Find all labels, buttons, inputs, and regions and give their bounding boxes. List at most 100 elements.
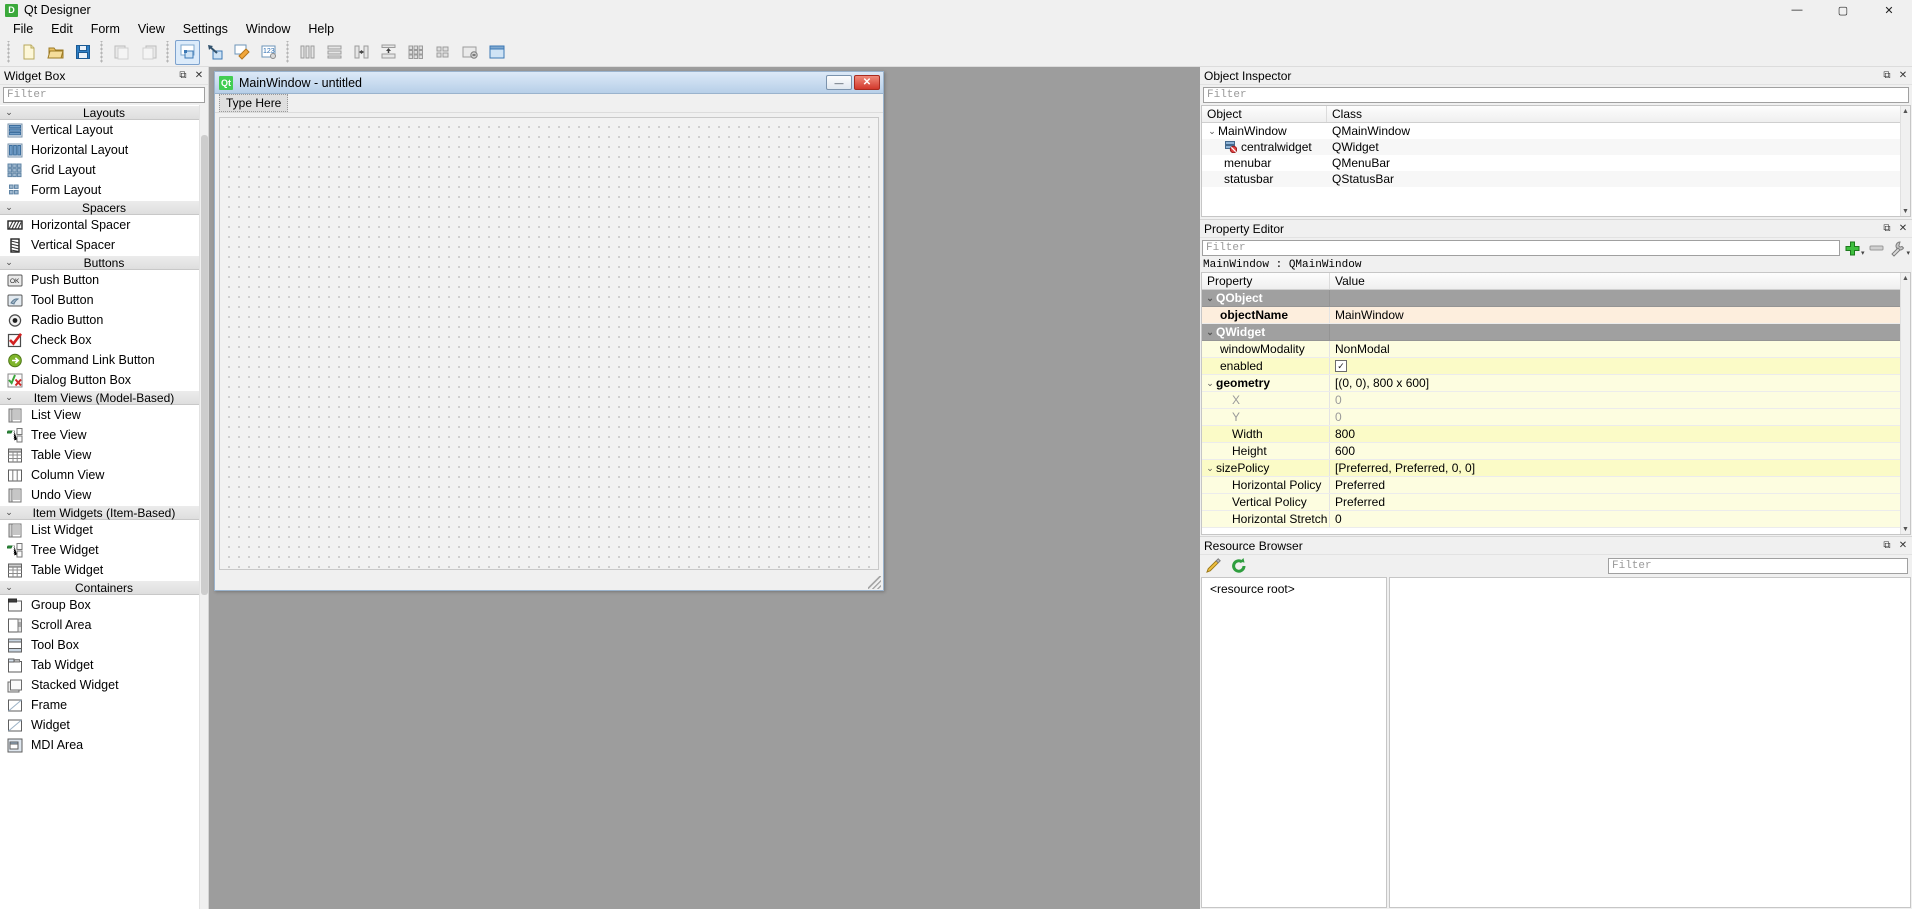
widget-box-item-vertical-layout[interactable]: Vertical Layout — [0, 120, 208, 140]
form-close-button[interactable]: ✕ — [854, 75, 880, 90]
property-value-cell[interactable]: ✓ — [1330, 360, 1910, 372]
property-value-cell[interactable]: 0 — [1330, 512, 1910, 526]
widget-box-item-mdi-area[interactable]: MDI Area — [0, 735, 208, 755]
resource-browser-close-button[interactable]: ✕ — [1896, 539, 1910, 553]
widget-box-item-dialog-button-box[interactable]: Dialog Button Box — [0, 370, 208, 390]
object-inspector-filter-input[interactable]: Filter — [1203, 87, 1909, 103]
object-inspector-scroll-up[interactable]: ▲ — [1901, 106, 1910, 116]
minimize-button[interactable]: — — [1774, 0, 1820, 20]
widget-box-item-vertical-spacer[interactable]: Vertical Spacer — [0, 235, 208, 255]
form-size-grip[interactable] — [868, 576, 881, 589]
widget-box-group-layouts[interactable]: ⌄ Layouts — [0, 105, 208, 120]
undo-icon[interactable] — [109, 40, 134, 65]
form-menubar-type-here[interactable]: Type Here — [219, 94, 289, 112]
widget-box-filter-input[interactable]: Filter — [3, 87, 205, 103]
property-editor-row[interactable]: ⌄ QWidget — [1202, 324, 1910, 341]
property-editor-row[interactable]: X0 — [1202, 392, 1910, 409]
object-inspector-row[interactable]: menubar QMenuBar — [1202, 155, 1910, 171]
toolbar-grip[interactable] — [6, 41, 12, 63]
widget-box-scrollbar[interactable] — [199, 105, 208, 909]
property-editor-row[interactable]: enabled ✓ — [1202, 358, 1910, 375]
configure-property-editor-icon[interactable]: ▾ — [1889, 240, 1910, 257]
property-value-cell[interactable]: Preferred — [1330, 495, 1910, 509]
chevron-down-icon[interactable]: ⌄ — [1206, 126, 1218, 137]
widget-box-float-button[interactable]: ⧉ — [176, 69, 190, 83]
property-value-cell[interactable]: 600 — [1330, 444, 1910, 458]
object-inspector-row[interactable]: centralwidget QWidget — [1202, 139, 1910, 155]
widget-box-group-containers[interactable]: ⌄ Containers — [0, 580, 208, 595]
object-inspector-column-object[interactable]: Object — [1202, 106, 1327, 122]
enabled-checkbox[interactable]: ✓ — [1335, 360, 1347, 372]
property-value-cell[interactable]: [Preferred, Preferred, 0, 0] — [1330, 461, 1910, 475]
toolbar-grip-4[interactable] — [285, 41, 291, 63]
edit-resources-icon[interactable] — [1204, 557, 1222, 575]
resource-browser-filter-input[interactable]: Filter — [1608, 558, 1908, 574]
widget-box-item-tool-button[interactable]: Tool Button — [0, 290, 208, 310]
widget-box-item-horizontal-spacer[interactable]: Horizontal Spacer — [0, 215, 208, 235]
form-minimize-button[interactable]: — — [826, 75, 852, 90]
layout-horizontally-icon[interactable] — [295, 40, 320, 65]
chevron-down-icon[interactable]: ⌄ — [1204, 378, 1216, 389]
widget-box-item-tree-widget[interactable]: Tree Widget — [0, 540, 208, 560]
menu-edit[interactable]: Edit — [42, 20, 82, 38]
object-inspector-row[interactable]: ⌄ MainWindow QMainWindow — [1202, 123, 1910, 139]
property-editor-row[interactable]: Y0 — [1202, 409, 1910, 426]
edit-signals-slots-icon[interactable] — [202, 40, 227, 65]
menu-settings[interactable]: Settings — [174, 20, 237, 38]
menu-file[interactable]: File — [4, 20, 42, 38]
open-form-icon[interactable] — [43, 40, 68, 65]
break-layout-icon[interactable] — [457, 40, 482, 65]
menu-help[interactable]: Help — [299, 20, 343, 38]
object-inspector-scrollbar[interactable]: ▲ ▼ — [1900, 106, 1910, 216]
property-value-cell[interactable]: Preferred — [1330, 478, 1910, 492]
widget-box-item-tree-view[interactable]: Tree View — [0, 425, 208, 445]
layout-in-splitter-vertical-icon[interactable] — [376, 40, 401, 65]
layout-in-splitter-horizontal-icon[interactable] — [349, 40, 374, 65]
widget-box-item-list-view[interactable]: List View — [0, 405, 208, 425]
property-editor-row[interactable]: windowModality NonModal — [1202, 341, 1910, 358]
chevron-down-icon[interactable]: ⌄ — [1204, 293, 1216, 304]
toolbar-grip-3[interactable] — [165, 41, 171, 63]
widget-box-group-item-widgets-item-based[interactable]: ⌄ Item Widgets (Item-Based) — [0, 505, 208, 520]
widget-box-item-grid-layout[interactable]: Grid Layout — [0, 160, 208, 180]
save-form-icon[interactable] — [70, 40, 95, 65]
resource-browser-preview[interactable] — [1389, 577, 1911, 908]
menu-window[interactable]: Window — [237, 20, 299, 38]
object-inspector-close-button[interactable]: ✕ — [1896, 69, 1910, 83]
widget-box-item-horizontal-layout[interactable]: Horizontal Layout — [0, 140, 208, 160]
property-editor-scroll-up[interactable]: ▲ — [1901, 273, 1910, 283]
edit-buddies-icon[interactable] — [229, 40, 254, 65]
property-editor-row[interactable]: ⌄ QObject — [1202, 290, 1910, 307]
widget-box-item-radio-button[interactable]: Radio Button — [0, 310, 208, 330]
property-editor-scrollbar[interactable]: ▲ ▼ — [1900, 273, 1910, 534]
widget-box-group-buttons[interactable]: ⌄ Buttons — [0, 255, 208, 270]
property-editor-row[interactable]: ⌄ geometry [(0, 0), 800 x 600] — [1202, 375, 1910, 392]
property-value-cell[interactable]: 0 — [1330, 410, 1910, 424]
widget-box-close-button[interactable]: ✕ — [192, 69, 206, 83]
widget-box-item-stacked-widget[interactable]: Stacked Widget — [0, 675, 208, 695]
property-editor-row[interactable]: Horizontal Policy Preferred — [1202, 477, 1910, 494]
object-inspector-column-class[interactable]: Class — [1327, 106, 1910, 122]
resource-browser-tree[interactable]: <resource root> — [1201, 577, 1387, 908]
edit-widgets-icon[interactable] — [175, 39, 200, 65]
property-editor-close-button[interactable]: ✕ — [1896, 222, 1910, 236]
property-editor-row[interactable]: Height 600 — [1202, 443, 1910, 460]
widget-box-item-group-box[interactable]: Group Box — [0, 595, 208, 615]
widget-box-item-table-view[interactable]: Table View — [0, 445, 208, 465]
menu-form[interactable]: Form — [82, 20, 129, 38]
layout-in-grid-icon[interactable] — [403, 40, 428, 65]
widget-box-item-check-box[interactable]: Check Box — [0, 330, 208, 350]
add-dynamic-property-icon[interactable]: ▾ — [1844, 240, 1864, 257]
property-editor-filter-input[interactable]: Filter — [1202, 240, 1840, 256]
property-value-cell[interactable]: MainWindow — [1330, 308, 1910, 322]
object-inspector-float-button[interactable]: ⧉ — [1880, 69, 1894, 83]
toolbar-grip-2[interactable] — [99, 41, 105, 63]
property-editor-row[interactable]: ⌄ sizePolicy [Preferred, Preferred, 0, 0] — [1202, 460, 1910, 477]
widget-box-item-form-layout[interactable]: Form Layout — [0, 180, 208, 200]
property-editor-row[interactable]: Horizontal Stretch 0 — [1202, 511, 1910, 528]
widget-box-group-item-views-model-based[interactable]: ⌄ Item Views (Model-Based) — [0, 390, 208, 405]
widget-box-scrollbar-thumb[interactable] — [201, 135, 208, 595]
property-value-cell[interactable]: [(0, 0), 800 x 600] — [1330, 376, 1910, 390]
form-window[interactable]: Qt MainWindow - untitled — ✕ Type Here — [214, 71, 884, 591]
widget-box-group-spacers[interactable]: ⌄ Spacers — [0, 200, 208, 215]
